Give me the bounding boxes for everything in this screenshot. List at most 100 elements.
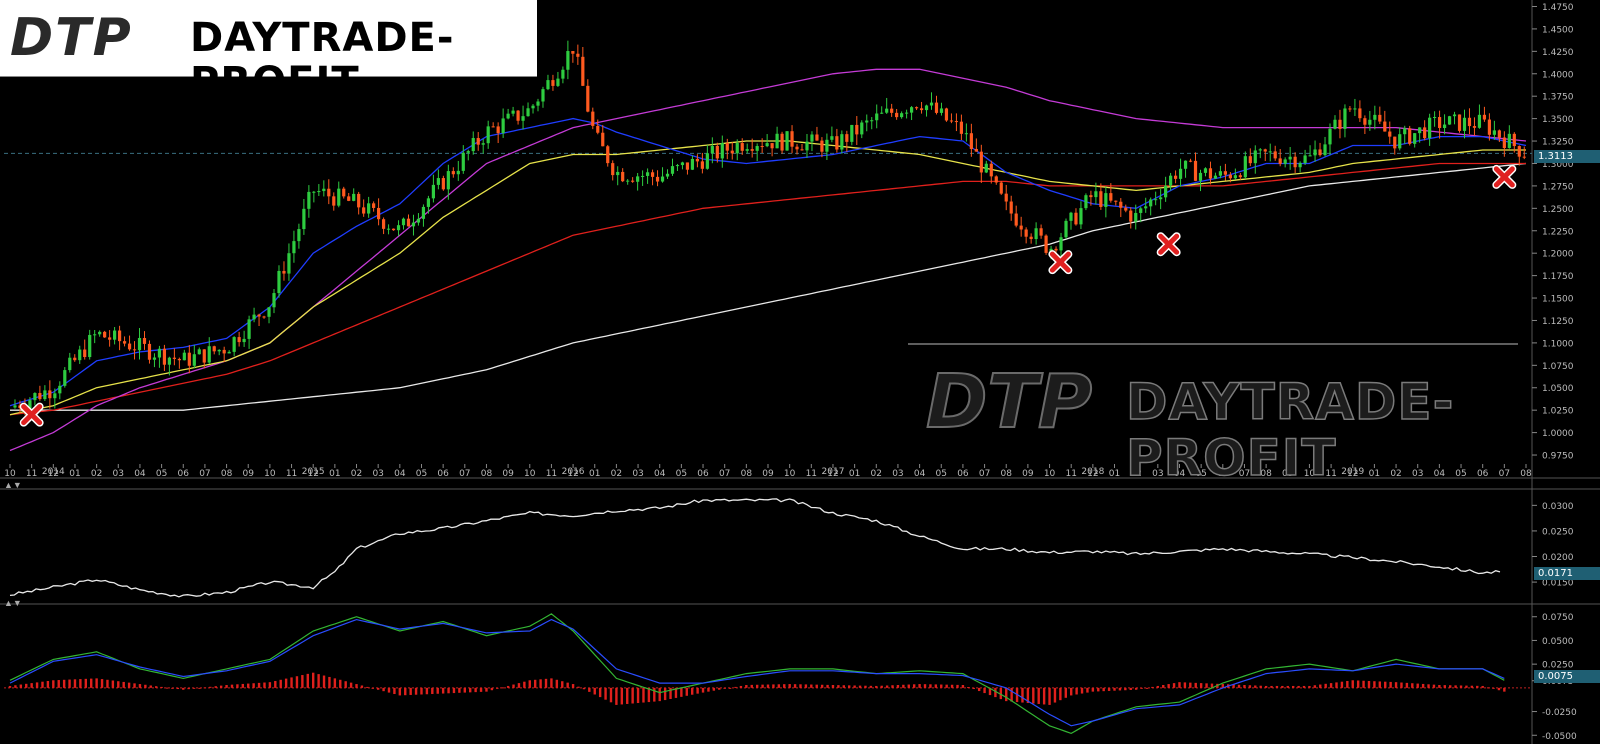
histogram-bar [566, 682, 569, 688]
candle-body [1203, 168, 1208, 173]
histogram-bar [257, 682, 261, 688]
indicator2-tick-label: 0.0500 [1542, 637, 1574, 647]
histogram-bar [902, 684, 905, 688]
histogram-bar [1145, 687, 1149, 689]
histogram-bar [485, 687, 488, 692]
candle-body [1482, 114, 1487, 120]
candle-body [267, 307, 271, 317]
candle-body [1154, 199, 1158, 201]
candle-body [103, 331, 107, 338]
candle-body [695, 158, 699, 162]
price-tick-label: 1.1250 [1542, 317, 1574, 327]
candle-body [262, 316, 266, 318]
candle-body [436, 178, 440, 185]
candle-body [1079, 208, 1083, 225]
candle-body [48, 390, 52, 399]
candle-body [979, 151, 983, 173]
candle-body [840, 134, 844, 150]
histogram-bar [1048, 687, 1051, 705]
histogram-bar [469, 687, 472, 693]
histogram-bar [864, 685, 867, 688]
candle-body [611, 163, 615, 176]
candle-body [999, 182, 1003, 194]
histogram-bar [1086, 687, 1089, 693]
candle-body [501, 118, 505, 134]
candle-body [247, 319, 251, 339]
candle-body [122, 341, 127, 344]
candle-body [1428, 117, 1432, 139]
histogram-bar [19, 684, 23, 688]
histogram-bar [203, 687, 207, 689]
candle-body [1393, 136, 1397, 149]
price-tick-label: 1.2750 [1542, 182, 1574, 192]
histogram-bar [1254, 685, 1257, 688]
candle-body [73, 357, 77, 361]
candle-body [506, 113, 510, 119]
histogram-bar [555, 679, 559, 688]
histogram-bar [550, 678, 553, 688]
indicator2-tick-label: 0.0750 [1542, 613, 1574, 623]
logo-box: DTP DAYTRADE-PROFIT [0, 0, 537, 104]
candle-body [755, 146, 759, 151]
histogram-bar [712, 687, 716, 691]
candle-body [775, 133, 779, 149]
histogram-bar [1286, 685, 1289, 688]
histogram-bar [815, 684, 818, 688]
candle-body [665, 173, 670, 177]
candle-body [705, 153, 709, 169]
candle-body [1413, 133, 1417, 144]
time-tick-label: 09 [762, 469, 774, 479]
histogram-bar [230, 684, 234, 688]
histogram-bar [1427, 684, 1430, 688]
candle-body [1183, 160, 1188, 169]
candle-body [735, 143, 739, 154]
histogram-bar [1492, 687, 1495, 689]
pane-collapse-icon[interactable]: ▲▼ [4, 598, 22, 608]
histogram-bar [344, 681, 347, 688]
candle-body [1173, 175, 1178, 179]
candle-body [591, 111, 595, 126]
histogram-bar [685, 687, 688, 696]
candle-body [1308, 155, 1312, 157]
histogram-bar [875, 685, 878, 688]
histogram-bar [739, 685, 743, 688]
time-tick-label: 06 [697, 469, 709, 479]
histogram-bar [972, 687, 975, 690]
histogram-bar [940, 684, 943, 688]
year-label: 2015 [302, 467, 325, 477]
histogram-bar [663, 687, 667, 701]
candle-body [974, 148, 978, 152]
time-tick-label: 05 [156, 469, 167, 479]
candle-body [1492, 130, 1496, 135]
time-tick-label: 10 [1044, 469, 1056, 479]
histogram-bar [366, 686, 369, 688]
histogram-bar [479, 687, 483, 692]
histogram-bar [425, 687, 429, 695]
time-tick-label: 11 [26, 469, 37, 479]
histogram-bar [1183, 682, 1187, 688]
candle-body [297, 229, 301, 242]
candle-body [481, 143, 485, 145]
candle-body [1124, 207, 1128, 211]
histogram-bar [263, 682, 266, 688]
candle-body [377, 207, 381, 220]
pane-collapse-icon[interactable]: ▲▼ [4, 480, 22, 490]
logo-mark: DTP [10, 8, 133, 68]
candle-body [745, 149, 749, 151]
histogram-bar [1243, 685, 1246, 688]
histogram-bar [441, 687, 445, 694]
time-tick-label: 10 [264, 469, 276, 479]
histogram-bar [1270, 685, 1273, 688]
price-tick-label: 1.2250 [1542, 227, 1574, 237]
candle-body [1442, 124, 1447, 128]
candle-body [1452, 114, 1457, 117]
histogram-bar [1032, 687, 1035, 704]
candle-body [765, 143, 769, 147]
candle-body [1338, 119, 1342, 129]
histogram-bar [241, 683, 245, 688]
histogram-bar [219, 685, 223, 688]
candle-body [1169, 175, 1173, 186]
candle-body [621, 171, 625, 182]
candle-body [760, 146, 764, 148]
candle-body [1119, 201, 1123, 208]
